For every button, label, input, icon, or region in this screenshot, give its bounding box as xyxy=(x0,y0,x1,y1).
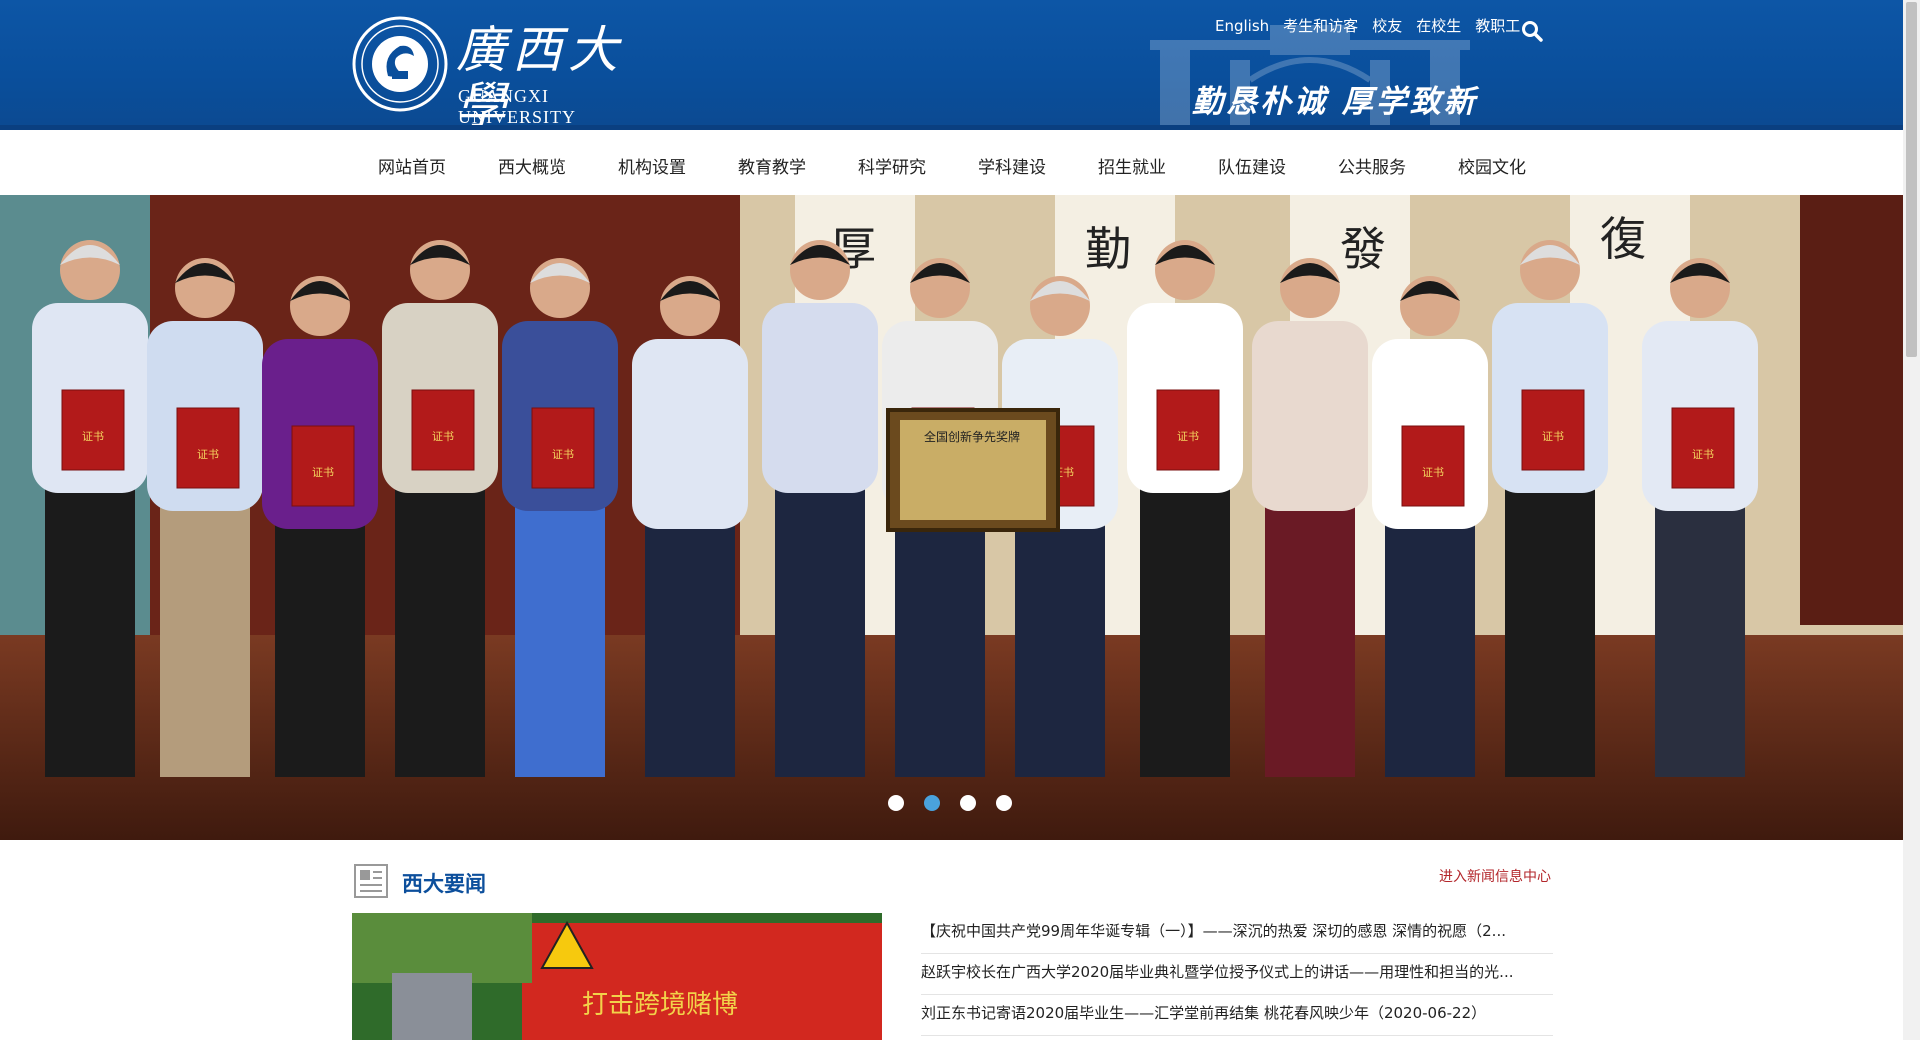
news-feature-photo[interactable]: 打击跨境赌博 xyxy=(352,913,882,1040)
carousel-dots xyxy=(888,795,1012,811)
news-item[interactable]: 【庆祝中国共产党99周年华诞专辑（一）】——深沉的热爱 深切的感恩 深情的祝愿（… xyxy=(921,913,1553,954)
university-seal-icon xyxy=(352,16,448,112)
news-item[interactable]: 赵跃宇校长在广西大学2020届毕业典礼暨学位授予仪式上的讲话——用理性和担当的光… xyxy=(921,954,1553,995)
person-figure: 证书 xyxy=(262,276,378,777)
svg-text:復: 復 xyxy=(1600,212,1646,266)
page-scrollbar[interactable] xyxy=(1903,0,1920,1040)
carousel-dot-2[interactable] xyxy=(924,795,940,811)
person-figure: 证书 xyxy=(1642,258,1758,777)
person-figure xyxy=(1252,258,1368,777)
nav-item-admissions[interactable]: 招生就业 xyxy=(1072,153,1192,178)
svg-text:勤: 勤 xyxy=(1085,222,1131,276)
person-figure xyxy=(762,240,878,777)
certificate-label: 证书 xyxy=(552,448,574,461)
news-center-link[interactable]: 进入新闻信息中心 xyxy=(1439,866,1551,886)
certificate-label: 证书 xyxy=(432,430,454,443)
person-figure: 证书 xyxy=(1372,276,1488,777)
nav-item-faculty[interactable]: 队伍建设 xyxy=(1192,153,1312,178)
carousel-dot-1[interactable] xyxy=(888,795,904,811)
news-photo-banner-text: 打击跨境赌博 xyxy=(582,990,738,1020)
news-section-header: 西大要闻 进入新闻信息中心 xyxy=(352,862,1552,902)
certificate-label: 证书 xyxy=(1692,448,1714,461)
top-link-visitors[interactable]: 考生和访客 xyxy=(1283,15,1358,36)
scrollbar-thumb[interactable] xyxy=(1906,2,1917,357)
person-figure: 证书 xyxy=(502,258,618,777)
nav-item-disciplines[interactable]: 学科建设 xyxy=(952,153,1072,178)
person-figure: 证书 xyxy=(382,240,498,777)
logo-english-name: GUANGXI UNIVERSITY xyxy=(458,86,576,127)
news-item[interactable]: 刘正东书记寄语2020届毕业生——汇学堂前再结集 桃花春风映少年（2020-06… xyxy=(921,995,1553,1036)
carousel-dot-3[interactable] xyxy=(960,795,976,811)
nav-item-education[interactable]: 教育教学 xyxy=(712,153,832,178)
site-header: 廣西大學 GUANGXI UNIVERSITY English 考生和访客 校友… xyxy=(0,0,1903,130)
banner-group-photo: 厚 勤 發 復 证书证书证书证书证书证书证书证书证书证书证书 全国创新争先奖牌 xyxy=(0,195,1903,840)
university-motto: 勤恳朴诚 厚学致新 xyxy=(1192,84,1478,120)
top-link-students[interactable]: 在校生 xyxy=(1416,15,1461,36)
hero-banner-carousel[interactable]: 厚 勤 發 復 证书证书证书证书证书证书证书证书证书证书证书 全国创新争先奖牌 xyxy=(0,195,1903,840)
certificate-label: 证书 xyxy=(1542,430,1564,443)
plaque-text: 全国创新争先奖牌 xyxy=(924,429,1020,444)
university-logo[interactable]: 廣西大學 GUANGXI UNIVERSITY xyxy=(352,16,672,125)
person-figure: 证书 xyxy=(1127,240,1243,777)
person-figure: 证书 xyxy=(147,258,263,777)
nav-item-research[interactable]: 科学研究 xyxy=(832,153,952,178)
top-link-english[interactable]: English xyxy=(1215,17,1269,35)
certificate-label: 证书 xyxy=(1177,430,1199,443)
nav-item-overview[interactable]: 西大概览 xyxy=(472,153,592,178)
newspaper-icon xyxy=(354,864,388,898)
svg-text:發: 發 xyxy=(1340,222,1386,276)
top-link-staff[interactable]: 教职工 xyxy=(1475,15,1520,36)
person-figure xyxy=(632,276,748,777)
search-icon[interactable] xyxy=(1521,20,1543,42)
person-figure: 证书 xyxy=(1492,240,1608,777)
certificate-label: 证书 xyxy=(312,466,334,479)
carousel-dot-4[interactable] xyxy=(996,795,1012,811)
top-links: English 考生和访客 校友 在校生 教职工 xyxy=(1215,15,1520,36)
certificate-label: 证书 xyxy=(197,448,219,461)
nav-item-organization[interactable]: 机构设置 xyxy=(592,153,712,178)
nav-item-services[interactable]: 公共服务 xyxy=(1312,153,1432,178)
news-list: 【庆祝中国共产党99周年华诞专辑（一）】——深沉的热爱 深切的感恩 深情的祝愿（… xyxy=(921,913,1553,1036)
nav-item-culture[interactable]: 校园文化 xyxy=(1432,153,1552,178)
main-nav: 网站首页 西大概览 机构设置 教育教学 科学研究 学科建设 招生就业 队伍建设 … xyxy=(0,135,1903,195)
certificate-label: 证书 xyxy=(82,430,104,443)
nav-item-home[interactable]: 网站首页 xyxy=(352,153,472,178)
news-section-title: 西大要闻 xyxy=(402,872,486,896)
top-link-alumni[interactable]: 校友 xyxy=(1372,15,1402,36)
certificate-label: 证书 xyxy=(1422,466,1444,479)
person-figure: 证书 xyxy=(32,240,148,777)
